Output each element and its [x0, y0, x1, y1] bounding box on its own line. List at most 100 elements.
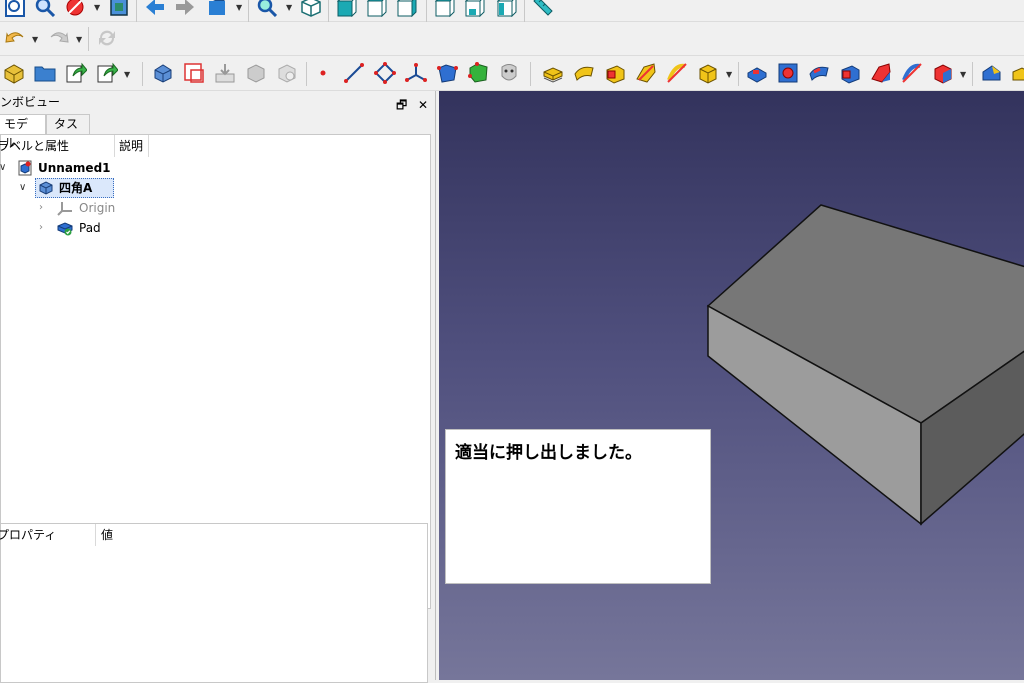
undo-icon[interactable] [4, 27, 26, 49]
toolbar-separator [248, 0, 249, 22]
create-sketch-icon[interactable] [183, 62, 205, 84]
tree-item-body[interactable]: ∨ 四角A [1, 178, 201, 198]
bounding-box-icon[interactable] [108, 0, 130, 18]
body-icon[interactable] [152, 62, 174, 84]
chevron-down-icon[interactable]: ▼ [124, 70, 130, 79]
part-icon[interactable] [3, 62, 25, 84]
restore-icon[interactable]: 🗗 [396, 94, 407, 116]
toolbar-separator [738, 62, 739, 86]
edit-toolbar: ▼ ▼ [0, 22, 1024, 56]
column-header-property[interactable]: プロパティ [0, 524, 96, 546]
view-front-icon[interactable] [336, 0, 358, 18]
tree-item-label: Unnamed1 [38, 161, 111, 175]
caption-box: 適当に押し出しました。 [445, 429, 711, 584]
hole-icon[interactable] [777, 62, 799, 84]
view-left-icon[interactable] [496, 0, 518, 18]
subtractive-loft-icon[interactable] [839, 62, 861, 84]
local-cs-icon[interactable] [405, 62, 427, 84]
chevron-right-icon[interactable]: › [39, 218, 43, 238]
tree-item-pad[interactable]: › Pad [1, 218, 201, 238]
tab-task[interactable]: タスク [46, 114, 90, 150]
pad-icon [57, 220, 73, 242]
face-icon[interactable] [498, 62, 520, 84]
chevron-down-icon[interactable]: ∨ [0, 158, 6, 178]
point-icon[interactable] [312, 62, 334, 84]
tree-item-label: 四角A [59, 181, 93, 195]
3d-model-box[interactable] [439, 91, 1024, 680]
chevron-down-icon[interactable]: ▼ [960, 70, 966, 79]
draw-style-icon[interactable] [64, 0, 86, 18]
tree-item-label: Origin [79, 201, 116, 215]
view-bottom-icon[interactable] [464, 0, 486, 18]
tree-item-document[interactable]: ∨ Unnamed1 [0, 158, 201, 178]
3d-view[interactable]: 適当に押し出しました。 [439, 91, 1024, 680]
zoom-fit-icon[interactable] [4, 0, 26, 18]
combo-view-panel: コンボビュー 🗗 ✕ モデル タスク ラベルと属性 説明 ∨ Unnamed1 … [0, 91, 436, 683]
column-header-text: プロパティ [0, 528, 57, 542]
column-header-description[interactable]: 説明 [115, 135, 149, 157]
toolbar-separator [972, 62, 973, 86]
chevron-down-icon[interactable]: ▼ [236, 3, 242, 12]
chevron-down-icon[interactable]: ∨ [19, 178, 26, 198]
shape-binder-icon[interactable] [245, 62, 267, 84]
column-header-value[interactable]: 値 [96, 524, 156, 546]
macro-icon[interactable] [206, 0, 228, 18]
toolbar-separator [524, 0, 525, 22]
measure-icon[interactable] [532, 0, 554, 18]
open-icon[interactable] [34, 62, 56, 84]
toolbar-separator [530, 62, 531, 86]
groove-icon[interactable] [808, 62, 830, 84]
pad-icon[interactable] [542, 62, 564, 84]
toolbar-separator [328, 0, 329, 22]
toolbar-separator [88, 27, 89, 51]
export-icon[interactable] [65, 62, 87, 84]
redo-icon[interactable] [48, 27, 70, 49]
toolbar-separator [142, 62, 143, 86]
subtractive-helix-icon[interactable] [901, 62, 923, 84]
nav-back-icon[interactable] [144, 0, 166, 18]
panel-title: コンボビュー [0, 95, 61, 109]
property-view[interactable]: プロパティ 値 [0, 523, 428, 683]
helix-icon[interactable] [666, 62, 688, 84]
zoom-icon[interactable] [256, 0, 278, 18]
subtractive-pipe-icon[interactable] [870, 62, 892, 84]
sub-shape-icon[interactable] [467, 62, 489, 84]
column-header-text: 値 [101, 528, 114, 542]
import-icon[interactable] [214, 62, 236, 84]
nav-forward-icon[interactable] [174, 0, 196, 18]
additive-box-icon[interactable] [697, 62, 719, 84]
partdesign-toolbar: ▼ ▼ ▼ [0, 56, 1024, 91]
column-header-label[interactable]: ラベルと属性 [0, 135, 115, 157]
combo-view-title: コンボビュー 🗗 ✕ [0, 91, 436, 113]
chevron-right-icon[interactable]: › [39, 198, 43, 218]
caption-text: 適当に押し出しました。 [455, 443, 642, 463]
loft-icon[interactable] [604, 62, 626, 84]
fillet-icon[interactable] [980, 62, 1002, 84]
close-icon[interactable]: ✕ [418, 94, 428, 116]
view-right-icon[interactable] [396, 0, 418, 18]
tree-item-label: Pad [79, 221, 101, 235]
line-icon[interactable] [343, 62, 365, 84]
plane-icon[interactable] [374, 62, 396, 84]
share-icon[interactable] [96, 62, 118, 84]
chevron-down-icon[interactable]: ▼ [726, 70, 732, 79]
pocket-icon[interactable] [746, 62, 768, 84]
tab-model[interactable]: モデル [0, 114, 46, 150]
view-axonometric-icon[interactable] [300, 0, 322, 18]
chevron-down-icon[interactable]: ▼ [286, 3, 292, 12]
tree-item-origin[interactable]: › Origin [1, 198, 201, 218]
shape-face-icon[interactable] [436, 62, 458, 84]
refresh-icon[interactable] [96, 27, 118, 49]
chevron-down-icon[interactable]: ▼ [32, 35, 38, 44]
view-rear-icon[interactable] [434, 0, 456, 18]
chevron-down-icon[interactable]: ▼ [94, 3, 100, 12]
chevron-down-icon[interactable]: ▼ [76, 35, 82, 44]
view-top-icon[interactable] [366, 0, 388, 18]
zoom-selection-icon[interactable] [34, 0, 56, 18]
revolve-icon[interactable] [573, 62, 595, 84]
subtractive-box-icon[interactable] [932, 62, 954, 84]
chamfer-icon[interactable] [1010, 62, 1024, 84]
clone-icon[interactable] [276, 62, 298, 84]
view-toolbar: ▼ ▼ ▼ [0, 0, 1024, 22]
pipe-icon[interactable] [635, 62, 657, 84]
